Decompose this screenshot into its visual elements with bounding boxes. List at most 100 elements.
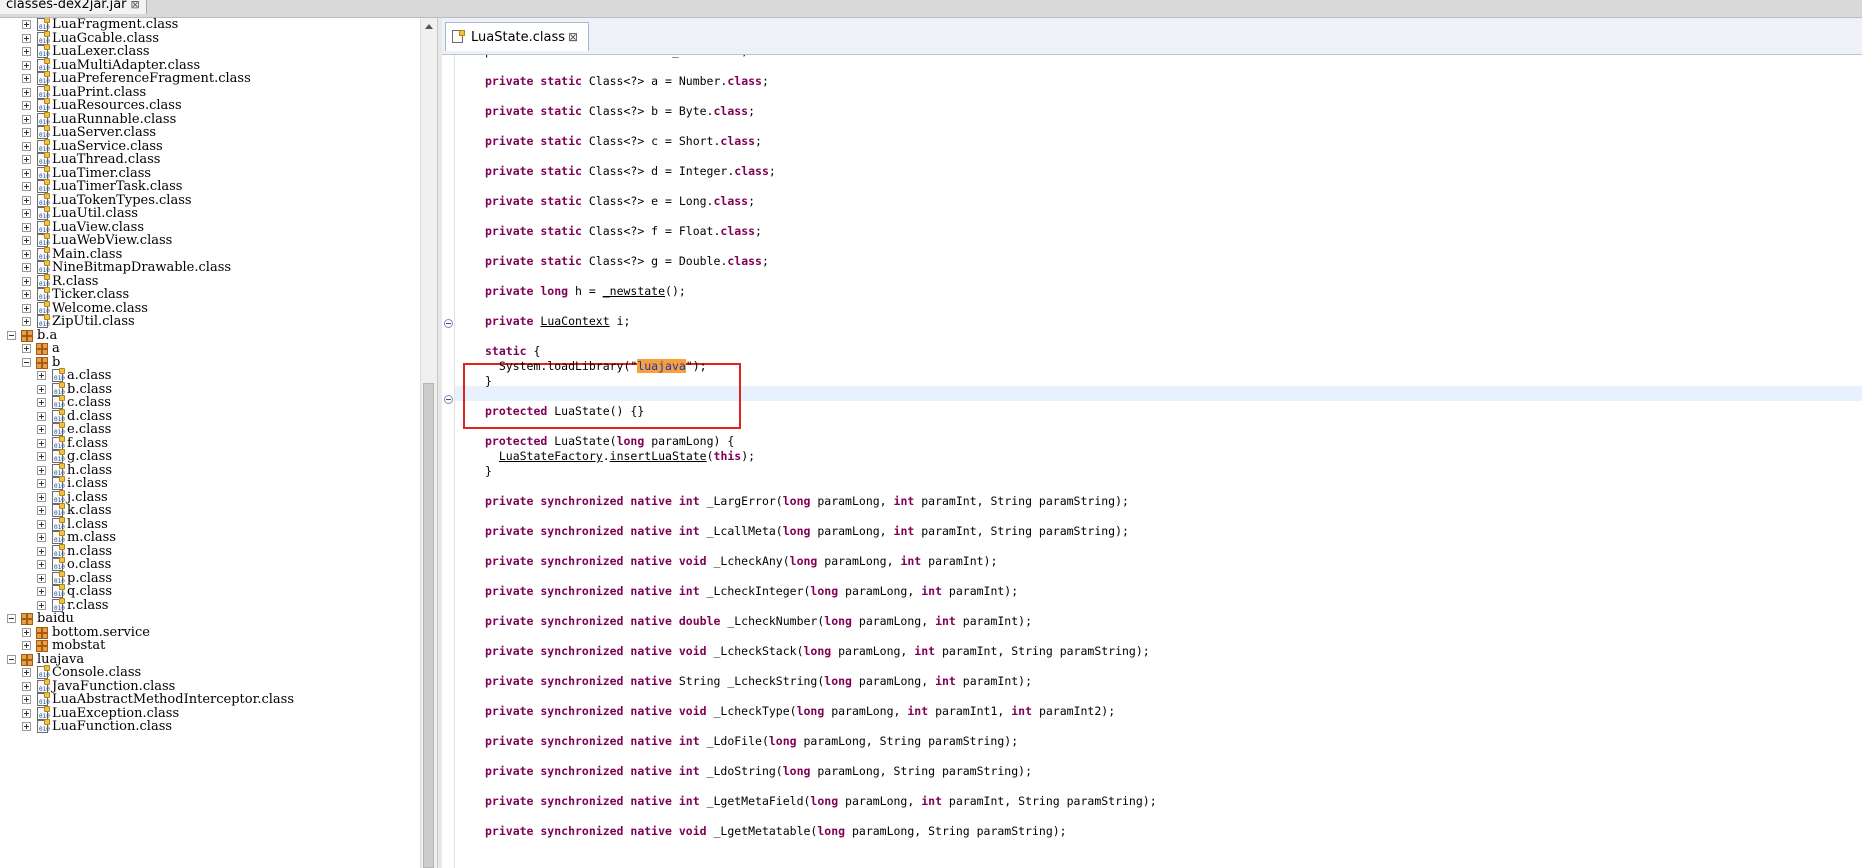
code-line: private synchronized native void _Lcheck… [485, 644, 1150, 658]
code-line: private static Class<?> a = Number.class… [485, 74, 769, 88]
expand-plus-icon[interactable] [22, 168, 31, 178]
package-icon [21, 613, 33, 625]
expand-plus-icon[interactable] [22, 33, 31, 43]
fold-collapse-icon[interactable] [444, 395, 453, 404]
jar-tab-label: classes-dex2jar.jar [6, 0, 127, 12]
code-line: private static Class<?> g = Double.class… [485, 254, 769, 268]
expand-plus-icon[interactable] [37, 587, 46, 596]
expand-plus-icon[interactable] [22, 681, 31, 691]
code-line: } [485, 464, 492, 478]
tree-class-node[interactable]: LuaFunction.class [0, 719, 420, 735]
tree-node-label: LuaFunction.class [52, 719, 173, 734]
code-line: private synchronized native int _LdoStri… [485, 764, 1032, 778]
class-file-icon [36, 719, 50, 734]
code-line: private synchronized native int _LcheckI… [485, 584, 1019, 598]
package-icon [36, 640, 48, 652]
expand-plus-icon[interactable] [22, 641, 31, 650]
code-line: } [485, 374, 492, 388]
expand-plus-icon[interactable] [37, 573, 46, 583]
expand-plus-icon[interactable] [22, 60, 31, 70]
code-line: private static Class<?> b = Byte.class; [485, 104, 756, 118]
close-icon[interactable]: ⊠ [568, 30, 578, 44]
code-line: private synchronized native double _Lche… [485, 614, 1033, 628]
expand-plus-icon[interactable] [22, 20, 31, 29]
expand-plus-icon[interactable] [22, 222, 31, 232]
expand-plus-icon[interactable] [22, 249, 31, 259]
code-line: private synchronized native String _Lche… [485, 674, 1033, 688]
code-line: protected LuaState() {} [485, 404, 645, 418]
expand-plus-icon[interactable] [37, 546, 46, 556]
expand-plus-icon[interactable] [22, 74, 31, 83]
package-icon [36, 356, 48, 369]
tab-classes-dex2jar-jar[interactable]: classes-dex2jar.jar ⊠ [0, 0, 147, 14]
package-icon [21, 329, 33, 342]
expand-plus-icon[interactable] [37, 411, 46, 421]
expand-plus-icon[interactable] [22, 155, 31, 164]
expand-plus-icon[interactable] [22, 128, 31, 137]
expand-plus-icon[interactable] [22, 141, 31, 151]
editor-tab-bar: LuaState.class ⊠ [442, 18, 1862, 55]
expand-plus-icon[interactable] [37, 438, 46, 448]
expand-plus-icon[interactable] [22, 303, 31, 313]
expand-plus-icon[interactable] [37, 492, 46, 502]
class-file-icon [452, 30, 465, 44]
expand-plus-icon[interactable] [22, 668, 31, 677]
expand-plus-icon[interactable] [22, 263, 31, 272]
code-line: private synchronized native int _LcallMe… [485, 524, 1129, 538]
package-icon [36, 343, 48, 355]
expand-plus-icon[interactable] [22, 209, 31, 218]
collapse-minus-icon[interactable] [7, 654, 16, 664]
expand-plus-icon[interactable] [22, 236, 31, 245]
expand-plus-icon[interactable] [37, 533, 46, 542]
code-line: public static final int LUA_YIELD = 1; [485, 55, 748, 59]
expand-plus-icon[interactable] [37, 425, 46, 434]
expand-plus-icon[interactable] [37, 398, 46, 407]
code-line: static { [485, 344, 541, 358]
collapse-minus-icon[interactable] [22, 357, 31, 367]
collapse-minus-icon[interactable] [7, 330, 16, 340]
code-line: private synchronized native int _LgetMet… [485, 794, 1157, 808]
code-line: private LuaContext i; [485, 314, 631, 328]
expand-plus-icon[interactable] [37, 506, 46, 515]
expand-plus-icon[interactable] [37, 384, 46, 394]
code-line: private static Class<?> f = Float.class; [485, 224, 762, 238]
code-line: private static Class<?> d = Integer.clas… [485, 164, 776, 178]
expand-plus-icon[interactable] [37, 560, 46, 569]
window-top-strip: classes-dex2jar.jar ⊠ [0, 0, 1862, 18]
scrollbar-thumb[interactable] [423, 383, 434, 868]
close-icon[interactable]: ⊠ [131, 0, 140, 11]
expand-plus-icon[interactable] [22, 114, 31, 124]
code-line: private synchronized native int _LargErr… [485, 494, 1129, 508]
expand-plus-icon[interactable] [22, 627, 31, 637]
expand-plus-icon[interactable] [22, 695, 31, 704]
expand-plus-icon[interactable] [37, 465, 46, 475]
package-explorer-tree[interactable]: LuaFragment.classLuaGcable.classLuaLexer… [0, 18, 420, 868]
collapse-minus-icon[interactable] [7, 614, 16, 623]
package-icon [21, 653, 33, 666]
expand-plus-icon[interactable] [22, 317, 31, 326]
code-area[interactable]: public static final int LUA_YIELD = 1; pr… [455, 55, 1862, 868]
code-line: LuaStateFactory.insertLuaState(this); [498, 449, 756, 463]
expand-plus-icon[interactable] [22, 722, 31, 731]
expand-plus-icon[interactable] [37, 519, 46, 529]
tab-luastate-class[interactable]: LuaState.class ⊠ [445, 22, 590, 51]
expand-plus-icon[interactable] [37, 452, 46, 461]
expand-plus-icon[interactable] [37, 371, 46, 380]
expand-plus-icon[interactable] [37, 600, 46, 610]
expand-plus-icon[interactable] [22, 47, 31, 56]
scroll-up-arrow-icon[interactable] [425, 24, 433, 29]
expand-plus-icon[interactable] [22, 708, 31, 718]
fold-collapse-icon[interactable] [444, 319, 453, 328]
expand-plus-icon[interactable] [22, 344, 31, 353]
expand-plus-icon[interactable] [22, 87, 31, 97]
expand-plus-icon[interactable] [22, 276, 31, 286]
expand-plus-icon[interactable] [22, 195, 31, 205]
code-line: private static Class<?> c = Short.class; [485, 134, 762, 148]
expand-plus-icon[interactable] [22, 182, 31, 191]
tree-vertical-scrollbar[interactable] [420, 18, 437, 868]
expand-plus-icon[interactable] [22, 101, 31, 110]
expand-plus-icon[interactable] [22, 290, 31, 299]
editor-tab-label: LuaState.class [471, 30, 566, 45]
code-line: private synchronized native int _LdoFile… [485, 734, 1019, 748]
expand-plus-icon[interactable] [37, 479, 46, 488]
